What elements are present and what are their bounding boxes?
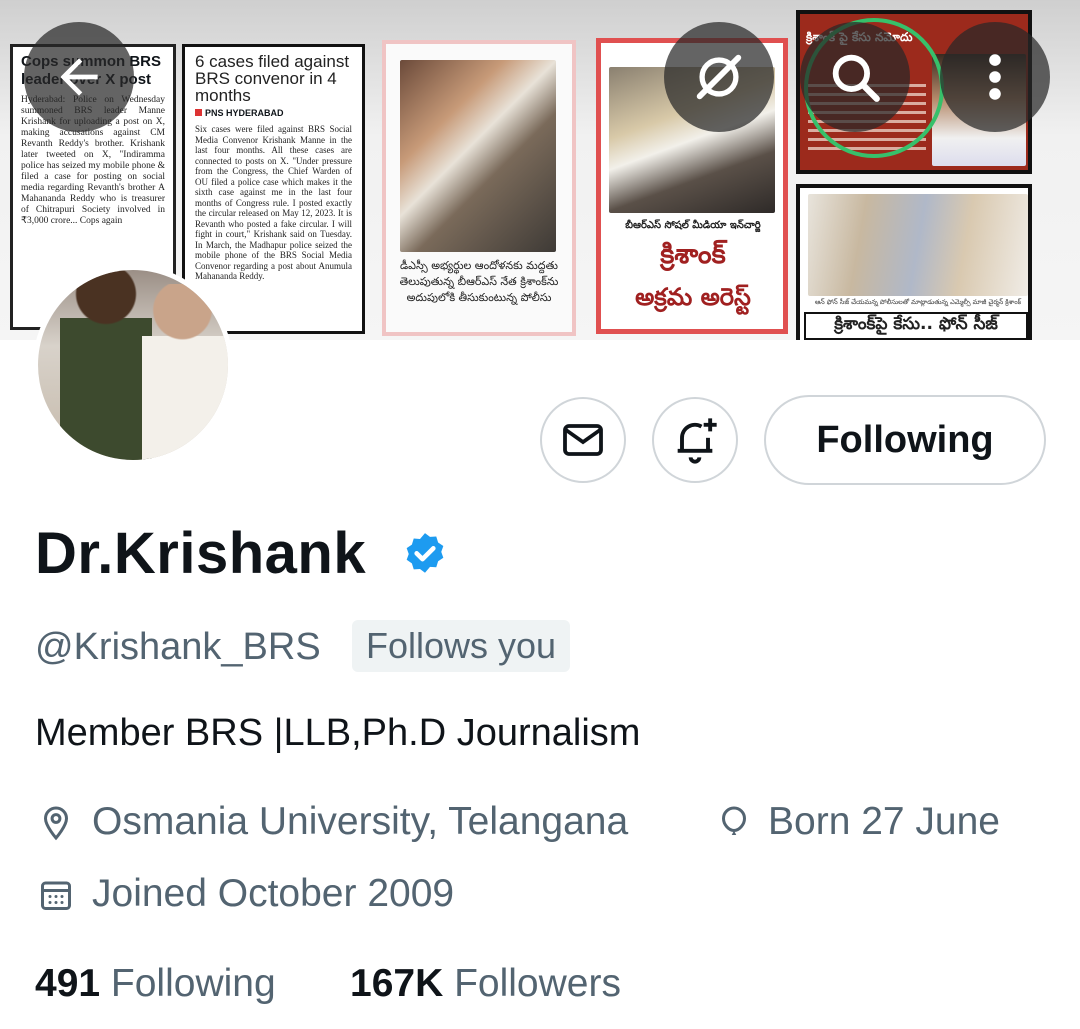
envelope-icon	[563, 424, 603, 456]
arrow-left-icon	[60, 58, 98, 96]
grok-icon	[696, 54, 742, 100]
clip-subtitle: బీఆర్ఎస్ సోషల్ మీడియా ఇన్‌చార్జి	[625, 220, 761, 231]
clip-headline: 6 cases filed against BRS convenor in 4 …	[195, 52, 350, 105]
more-options-button[interactable]	[940, 22, 1050, 132]
profile-handle: @Krishank_BRS	[35, 626, 321, 668]
news-photo	[808, 194, 1028, 296]
follows-you-badge: Follows you	[352, 620, 571, 672]
clip-title-line2: అక్రమ అరెస్ట్	[635, 283, 751, 311]
avatar-person-right	[142, 284, 228, 460]
avatar-person-left	[60, 270, 152, 460]
balloon-icon	[721, 806, 747, 835]
banner-clip-phone-seized: ఆన్ ఫోన్ సీజ్ చేయమన్న పోలీసులతో మాట్లాడు…	[796, 184, 1032, 340]
clip-small-caption: ఆన్ ఫోన్ సీజ్ చేయమన్న పోలీసులతో మాట్లాడు…	[814, 298, 1022, 306]
profile-name: Dr.Krishank	[35, 521, 367, 586]
clip-byline: PNS HYDERABAD	[195, 108, 352, 118]
following-count: 491	[35, 962, 101, 1005]
more-vertical-icon	[989, 54, 1001, 100]
followers-count: 167K	[350, 962, 444, 1005]
following-label: Following	[110, 962, 276, 1005]
verified-badge-icon[interactable]	[400, 530, 450, 585]
followers-label: Followers	[454, 962, 621, 1005]
grok-button[interactable]	[664, 22, 774, 132]
notifications-button[interactable]	[652, 397, 738, 483]
profile-birthday: Born 27 June	[768, 800, 1001, 843]
following-stat[interactable]: 491 Following	[35, 962, 276, 1006]
profile-bio: Member BRS |LLB,Ph.D Journalism	[35, 712, 641, 754]
avatar[interactable]	[33, 265, 233, 465]
clip-caption: డీఎస్సీ అభ్యర్థుల ఆందోళనకు మద్దతు తెలుపు…	[399, 259, 559, 304]
profile-joined: Joined October 2009	[92, 872, 455, 915]
clip-headline: క్రిశాంక్‌పై కేసు.. ఫోన్ సీజ్	[804, 312, 1028, 340]
message-button[interactable]	[540, 397, 626, 483]
calendar-icon	[41, 881, 71, 910]
clip-body: Six cases were filed against BRS Social …	[195, 124, 352, 281]
followers-stat[interactable]: 167K Followers	[350, 962, 621, 1006]
following-button[interactable]: Following	[764, 395, 1046, 485]
search-button[interactable]	[800, 22, 910, 132]
profile-location: Osmania University, Telangana	[92, 800, 629, 843]
search-icon	[832, 54, 880, 102]
bell-plus-icon	[677, 418, 717, 464]
banner-clip-protest-photo: డీఎస్సీ అభ్యర్థుల ఆందోళనకు మద్దతు తెలుపు…	[382, 40, 576, 336]
clip-title-line1: క్రిశాంక్	[660, 239, 726, 270]
news-photo	[400, 60, 556, 252]
location-pin-icon	[43, 806, 69, 841]
back-button[interactable]	[24, 22, 134, 132]
